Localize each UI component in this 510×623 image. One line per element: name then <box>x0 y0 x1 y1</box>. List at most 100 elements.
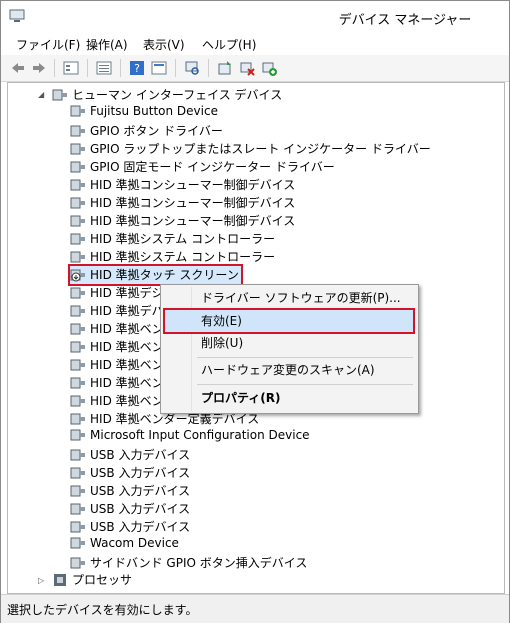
device-item[interactable]: GPIO 固定モード インジケーター ドライバー <box>70 158 335 176</box>
category-label: ヒューマン インターフェイス デバイス <box>72 88 283 102</box>
device-item[interactable]: HID 準拠ベン <box>70 338 164 356</box>
hid-device-icon <box>70 449 85 461</box>
device-label: HID 準拠ベン <box>90 376 164 390</box>
hid-device-icon <box>70 395 85 407</box>
device-label: GPIO 固定モード インジケーター ドライバー <box>90 160 335 174</box>
device-item[interactable]: サイドバンド GPIO ボタン挿入デバイス <box>70 554 307 572</box>
device-item[interactable]: HID 準拠ベン <box>70 392 164 410</box>
device-label: HID 準拠デバ <box>90 304 164 318</box>
device-item[interactable]: USB 入力デバイス <box>70 518 190 536</box>
tree-view-icon[interactable] <box>63 60 79 76</box>
device-item[interactable]: HID 準拠ベン <box>70 320 164 338</box>
menu-file[interactable]: ファイル(F) <box>13 36 83 53</box>
device-label: Microsoft Input Configuration Device <box>90 428 310 442</box>
status-bar: 選択したデバイスを有効にします。 <box>1 594 509 623</box>
status-text: 選択したデバイスを有効にします。 <box>7 603 198 617</box>
device-item[interactable]: HID 準拠ベン <box>70 374 164 392</box>
device-label: HID 準拠ベン <box>90 322 164 336</box>
svg-text:?: ? <box>134 62 140 75</box>
toolbar: ? <box>1 55 509 82</box>
hid-device-icon <box>70 233 85 245</box>
device-item[interactable]: HID 準拠コンシューマー制御デバイス <box>70 212 295 230</box>
hid-device-icon <box>70 341 85 353</box>
device-item[interactable]: USB 入力デバイス <box>70 500 190 518</box>
device-label: HID 準拠ベン <box>90 340 164 354</box>
category-human-interface-devices[interactable]: ヒューマン インターフェイス デバイス <box>52 86 282 104</box>
window-title: デバイス マネージャー <box>338 13 472 28</box>
device-label: HID 準拠コンシューマー制御デバイス <box>90 196 296 210</box>
hid-device-icon <box>70 557 85 569</box>
device-label: Wacom Device <box>90 536 179 550</box>
device-label: Fujitsu Button Device <box>90 104 218 118</box>
device-label: HID 準拠ベンダー定義デバイス <box>90 412 260 426</box>
hid-device-icon <box>70 359 85 371</box>
device-label: サイドバンド GPIO ボタン挿入デバイス <box>90 556 308 570</box>
hid-device-icon <box>70 323 85 335</box>
expand-arrow-icon[interactable]: ▷ <box>38 576 44 585</box>
device-item[interactable]: USB 入力デバイス <box>70 482 190 500</box>
device-item[interactable]: HID 準拠デジ <box>70 284 164 302</box>
delete-menu-item[interactable]: 削除(U) <box>165 332 413 354</box>
scan-hardware-menu-item[interactable]: ハードウェア変更のスキャン(A) <box>165 359 413 381</box>
enable-menu-item[interactable]: 有効(E) <box>163 308 415 334</box>
menu-action[interactable]: 操作(A) <box>83 36 131 53</box>
hid-device-icon <box>70 125 85 137</box>
device-item[interactable]: Wacom Device <box>70 536 179 554</box>
category-processors[interactable]: プロセッサ <box>52 571 132 589</box>
hid-device-icon <box>70 521 85 533</box>
device-manager-window: デバイス マネージャー ファイル(F) 操作(A) 表示(V) ヘルプ(H) ?… <box>0 0 510 623</box>
hid-device-icon <box>70 485 85 497</box>
device-item[interactable]: HID 準拠システム コントローラー <box>70 230 275 248</box>
device-item[interactable]: GPIO ボタン ドライバー <box>70 122 223 140</box>
hid-device-icon <box>70 429 85 441</box>
device-label: HID 準拠ベン <box>90 394 164 408</box>
device-item[interactable]: HID 準拠コンシューマー制御デバイス <box>70 176 295 194</box>
device-item[interactable]: HID 準拠コンシューマー制御デバイス <box>70 194 295 212</box>
hid-device-icon <box>70 251 85 263</box>
properties-icon[interactable] <box>151 60 167 76</box>
device-label: USB 入力デバイス <box>90 484 191 498</box>
enable-device-icon[interactable] <box>261 60 277 76</box>
hid-device-icon <box>70 161 85 173</box>
device-label: HID 準拠デジ <box>90 286 164 300</box>
uninstall-icon[interactable] <box>239 60 255 76</box>
update-driver-icon[interactable] <box>217 60 233 76</box>
device-label: HID 準拠システム コントローラー <box>90 232 276 246</box>
hid-device-icon <box>70 143 85 155</box>
forward-arrow-icon[interactable] <box>31 60 47 76</box>
device-label: USB 入力デバイス <box>90 520 191 534</box>
hid-device-icon <box>70 179 85 191</box>
hid-device-icon <box>70 305 85 317</box>
device-label: HID 準拠システム コントローラー <box>90 250 276 264</box>
device-label: HID 準拠コンシューマー制御デバイス <box>90 178 296 192</box>
device-item[interactable]: HID 準拠ベン <box>70 356 164 374</box>
processor-icon <box>54 574 66 586</box>
device-label: HID 準拠ベン <box>90 358 164 372</box>
device-item[interactable]: Microsoft Input Configuration Device <box>70 428 310 446</box>
device-item[interactable]: Fujitsu Button Device <box>70 104 218 122</box>
back-arrow-icon[interactable] <box>10 60 26 76</box>
device-item[interactable]: USB 入力デバイス <box>70 464 190 482</box>
device-item-touch-screen-selected[interactable]: HID 準拠タッチ スクリーン <box>68 264 243 286</box>
device-item[interactable]: GPIO ラップトップまたはスレート インジケーター ドライバー <box>70 140 431 158</box>
list-view-icon[interactable] <box>96 60 112 76</box>
device-item[interactable]: HID 準拠システム コントローラー <box>70 248 275 266</box>
device-label: HID 準拠タッチ スクリーン <box>90 268 239 282</box>
menu-bar: ファイル(F) 操作(A) 表示(V) ヘルプ(H) <box>1 33 509 55</box>
device-label: USB 入力デバイス <box>90 466 191 480</box>
collapse-arrow-icon[interactable]: ◢ <box>38 90 44 99</box>
device-item[interactable]: USB 入力デバイス <box>70 446 190 464</box>
hid-device-icon <box>70 537 85 549</box>
disabled-device-icon <box>70 269 85 282</box>
device-label: GPIO ボタン ドライバー <box>90 124 223 138</box>
help-icon[interactable]: ? <box>129 60 145 76</box>
device-item[interactable]: HID 準拠デバ <box>70 302 164 320</box>
hid-device-icon <box>70 467 85 479</box>
scan-hardware-icon[interactable] <box>184 60 200 76</box>
hid-device-icon <box>70 105 85 117</box>
menu-view[interactable]: 表示(V) <box>140 36 188 53</box>
update-driver-menu-item[interactable]: ドライバー ソフトウェアの更新(P)... <box>165 287 413 309</box>
processor-category-label: プロセッサ <box>72 573 133 587</box>
properties-menu-item[interactable]: プロパティ(R) <box>165 387 413 409</box>
menu-help[interactable]: ヘルプ(H) <box>199 36 259 53</box>
